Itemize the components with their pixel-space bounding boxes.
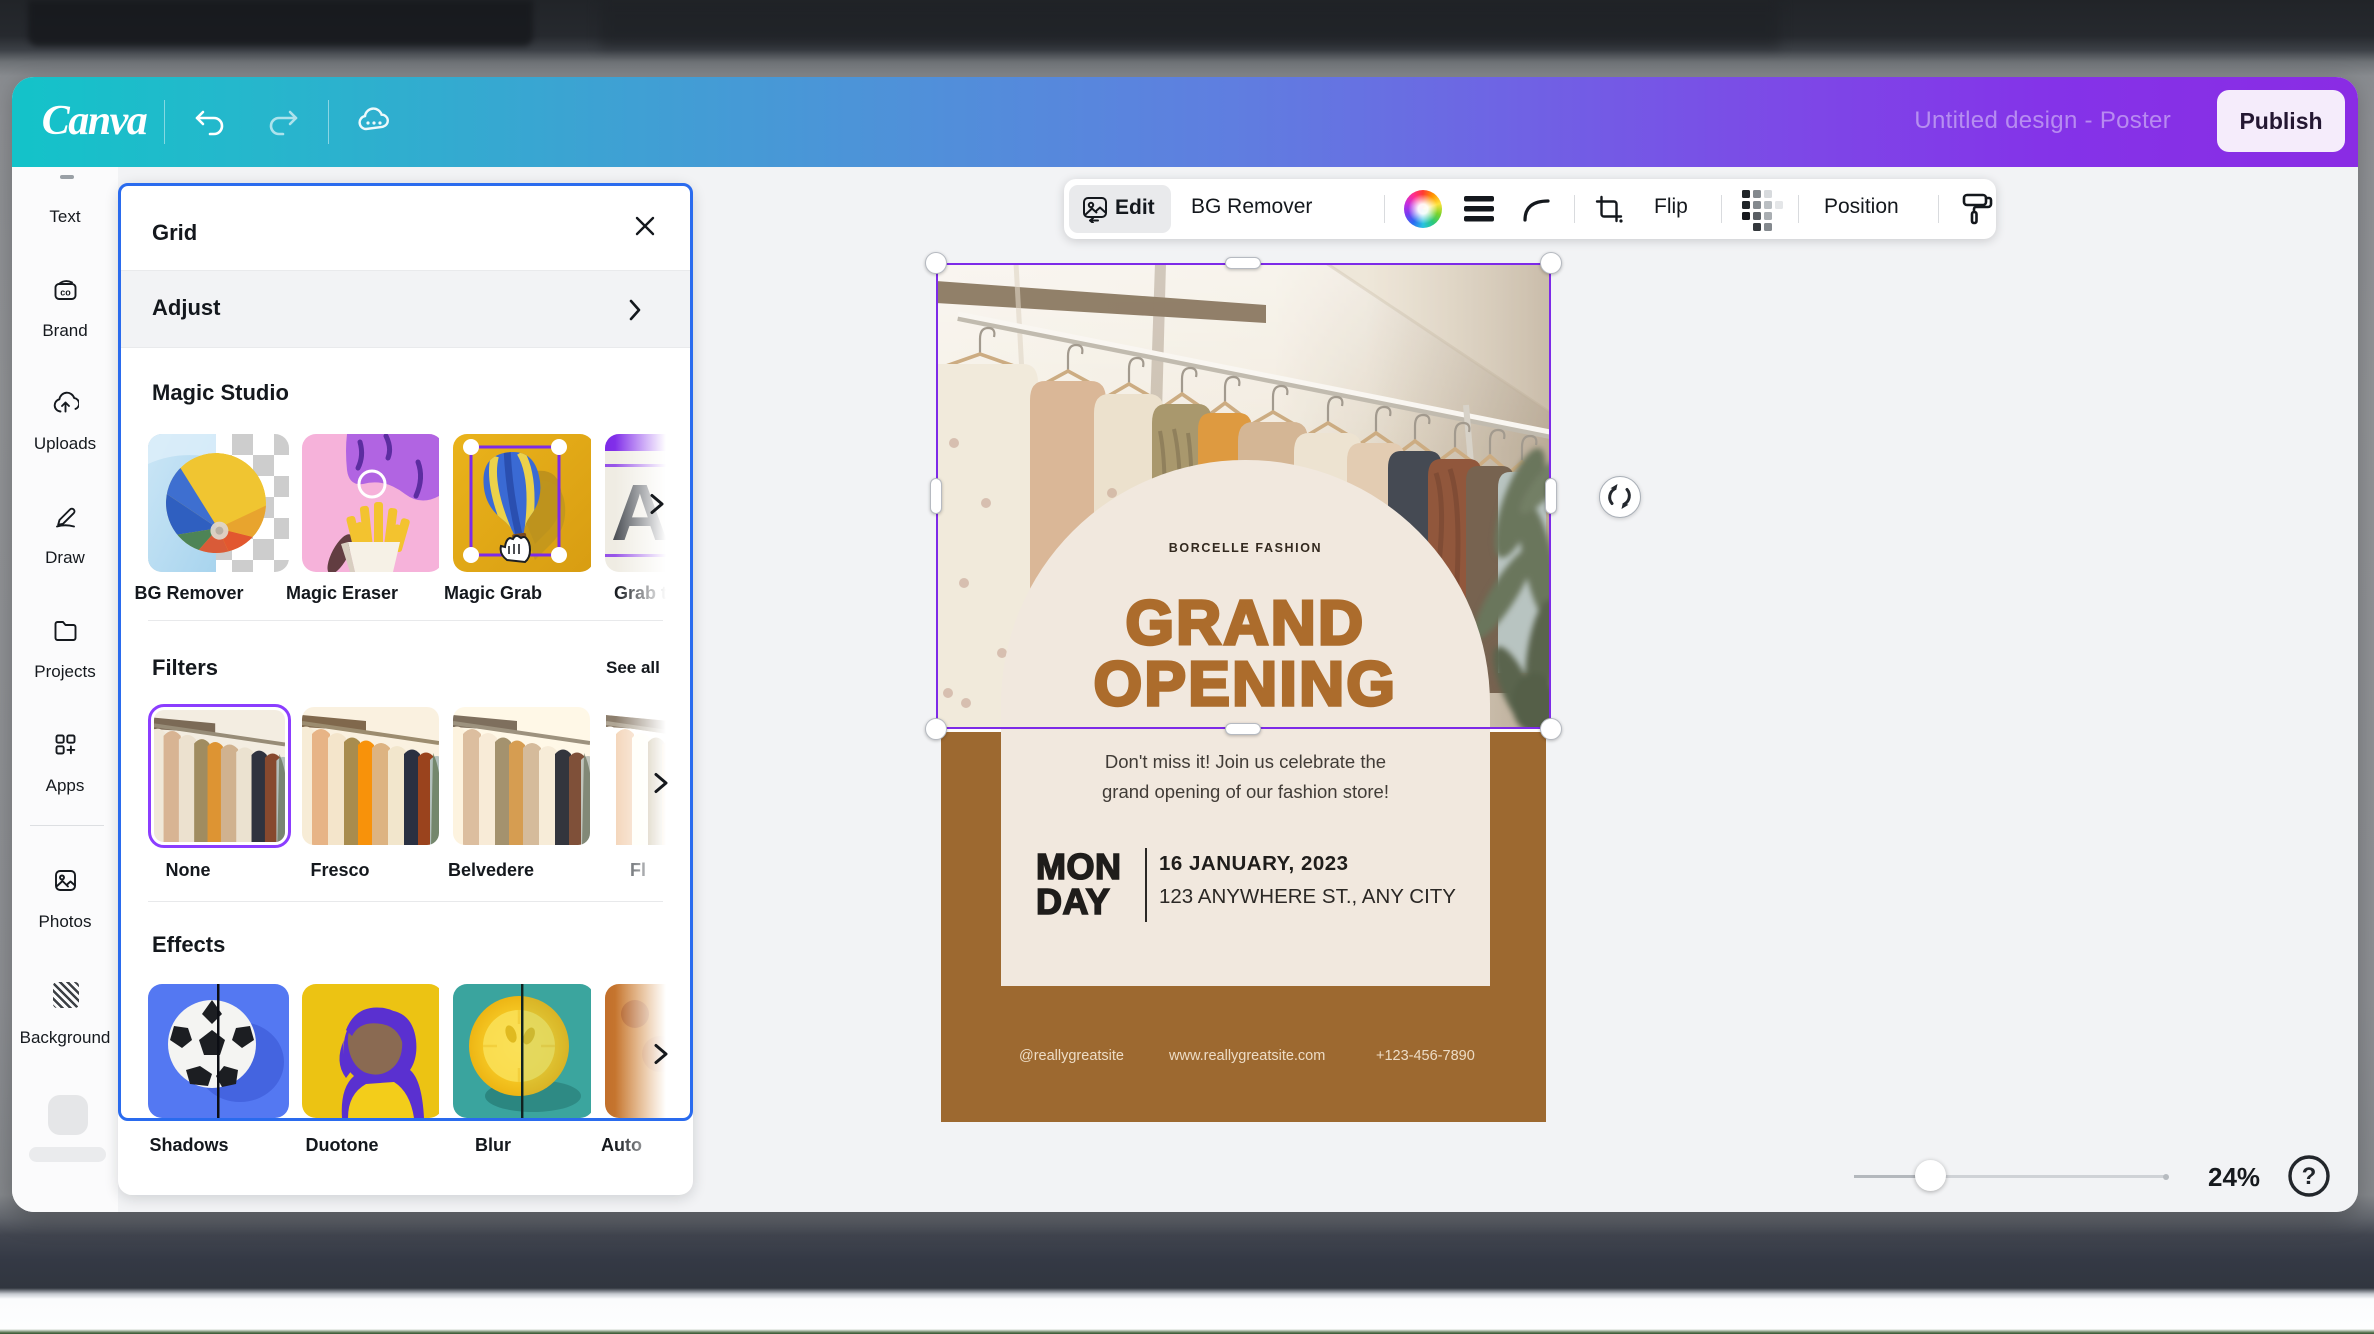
svg-text:?: ? — [2302, 1163, 2317, 1190]
svg-text:co: co — [60, 288, 71, 298]
